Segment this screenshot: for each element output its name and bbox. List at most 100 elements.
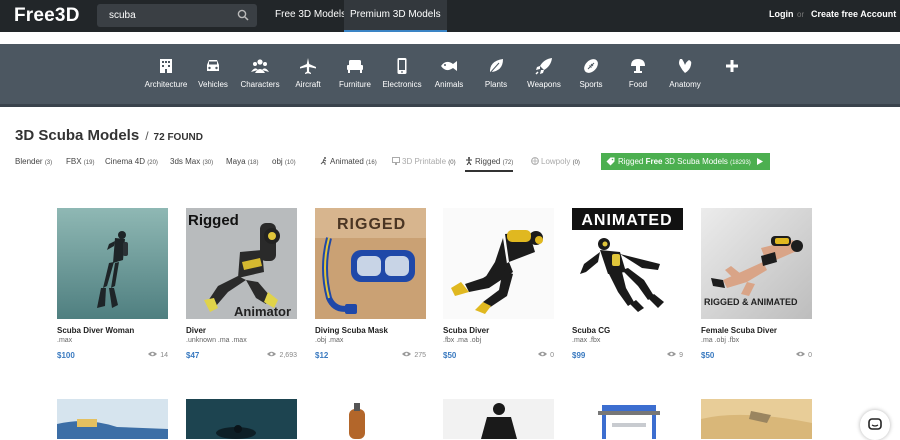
rocket-icon: [535, 58, 552, 75]
play-arrow-icon: [757, 158, 763, 165]
product-image: [186, 399, 297, 439]
product-price: $100: [57, 351, 75, 360]
product-card[interactable]: Scuba Diver Woman .max $100 14: [57, 208, 168, 360]
filter-label: Rigged: [475, 157, 501, 166]
product-card[interactable]: RIGGED & ANIMATED Female Scuba Diver .ma…: [701, 208, 812, 360]
product-price: $12: [315, 351, 329, 360]
product-card[interactable]: Scuba Diver .fbx .ma .obj $50 0: [443, 208, 554, 360]
filter-maya[interactable]: Maya (18): [226, 157, 258, 166]
eye-icon: [148, 351, 158, 357]
product-formats: .unknown .ma .max: [186, 337, 247, 344]
view-count: 0: [808, 352, 812, 359]
product-views: 14: [148, 351, 168, 359]
product-thumbnail[interactable]: [315, 399, 426, 439]
site-logo[interactable]: Free3D: [14, 5, 80, 27]
filter-label: Lowpoly: [541, 157, 571, 166]
scuba-diver-image: [443, 208, 554, 319]
product-card[interactable]: RIGGED Diving Scuba Mask .obj .max $12 2…: [315, 208, 426, 360]
rigged-figure-icon: [466, 157, 472, 165]
product-thumbnail[interactable]: [443, 399, 554, 439]
product-card[interactable]: ANIMATED Scuba CG .max .fbx $99 9: [572, 208, 683, 360]
product-thumbnail[interactable]: [57, 399, 168, 439]
sofa-icon: [347, 60, 363, 73]
product-title[interactable]: Scuba CG: [572, 326, 683, 335]
product-image: [443, 399, 554, 439]
scuba-cg-image: ANIMATED: [572, 208, 683, 319]
filter-label: obj: [272, 157, 283, 166]
product-title[interactable]: Scuba Diver Woman: [57, 326, 168, 335]
product-title[interactable]: Female Scuba Diver: [701, 326, 812, 335]
thumb-rigged-text: Rigged: [188, 212, 239, 229]
product-image: [701, 399, 812, 439]
product-image: [315, 399, 426, 439]
filter-blender[interactable]: Blender (3): [15, 157, 52, 166]
product-formats: .ma .obj .fbx: [701, 337, 740, 344]
eye-icon: [538, 351, 548, 357]
filter-label: Cinema 4D: [105, 157, 146, 166]
product-formats: .fbx .ma .obj: [443, 337, 482, 344]
filter-count: (19): [83, 160, 95, 166]
product-title[interactable]: Diver: [186, 326, 297, 335]
filter-rigged[interactable]: Rigged (72): [465, 157, 514, 172]
fish-icon: [441, 61, 457, 71]
scuba-diver-woman-image: [57, 208, 168, 319]
filter-count: (0): [572, 160, 580, 166]
filter-count: (10): [284, 160, 296, 166]
view-count: 9: [679, 352, 683, 359]
product-thumbnail[interactable]: RIGGED: [315, 208, 426, 319]
view-count: 14: [160, 352, 168, 359]
filter-count: (3): [44, 160, 53, 166]
product-formats: .max .fbx: [572, 337, 601, 344]
rigged-button-text: Rigged: [618, 157, 646, 166]
filter-lowpoly[interactable]: Lowpoly (0): [531, 157, 580, 166]
product-thumbnail[interactable]: Rigged Animator: [186, 208, 297, 319]
top-navbar: Free3D Free 3D Models Premium 3D Models …: [0, 0, 900, 32]
product-thumbnail[interactable]: [443, 208, 554, 319]
running-icon: [320, 157, 327, 165]
monitor-icon: [392, 157, 400, 165]
filter-label: Blender: [15, 157, 43, 166]
search-input[interactable]: [97, 4, 232, 27]
nav-free-models[interactable]: Free 3D Models: [269, 0, 352, 32]
view-count: 0: [550, 352, 554, 359]
anatomy-icon: [679, 59, 692, 73]
rigged-free-models-button[interactable]: Rigged Free 3D Scuba Models (18293): [601, 153, 770, 170]
or-text: or: [797, 10, 805, 19]
filter-count: (16): [366, 160, 377, 166]
product-views: 275: [402, 351, 426, 359]
filter-3dsmax[interactable]: 3ds Max (30): [170, 157, 213, 166]
product-thumbnail[interactable]: [57, 208, 168, 319]
plus-icon: [726, 60, 738, 72]
scuba-mask-image: RIGGED: [315, 208, 426, 319]
product-thumbnail[interactable]: ANIMATED: [572, 208, 683, 319]
filter-3d-printable[interactable]: 3D Printable (0): [392, 157, 456, 166]
product-image: [57, 399, 168, 439]
filter-animated[interactable]: Animated (16): [320, 157, 377, 166]
nav-premium-models[interactable]: Premium 3D Models: [344, 0, 447, 32]
football-icon: [584, 59, 598, 73]
filter-obj[interactable]: obj (10): [272, 157, 296, 166]
category-label: Anatomy: [669, 80, 701, 89]
product-thumbnail[interactable]: [572, 399, 683, 439]
food-icon: [631, 59, 645, 73]
filter-cinema4d[interactable]: Cinema 4D (20): [105, 157, 158, 166]
product-title[interactable]: Scuba Diver: [443, 326, 554, 335]
product-title[interactable]: Diving Scuba Mask: [315, 326, 426, 335]
category-more[interactable]: [702, 57, 762, 80]
view-count: 275: [414, 352, 426, 359]
filter-label: Maya: [226, 157, 246, 166]
login-link[interactable]: Login: [769, 9, 794, 19]
product-thumbnail[interactable]: RIGGED & ANIMATED: [701, 208, 812, 319]
product-card[interactable]: Rigged Animator Diver .unknown .ma .max …: [186, 208, 297, 360]
create-account-link[interactable]: Create free Account: [811, 9, 896, 19]
chat-button[interactable]: [860, 410, 890, 440]
product-thumbnail[interactable]: [701, 399, 812, 439]
car-icon: [207, 60, 219, 71]
title-separator: /: [145, 129, 149, 143]
product-thumbnail[interactable]: [186, 399, 297, 439]
chat-icon: [868, 418, 882, 430]
filter-fbx[interactable]: FBX (19): [66, 157, 94, 166]
search-icon[interactable]: [237, 9, 249, 21]
page-title-text: 3D Scuba Models: [15, 127, 140, 144]
diver-image: Rigged Animator: [186, 208, 297, 319]
